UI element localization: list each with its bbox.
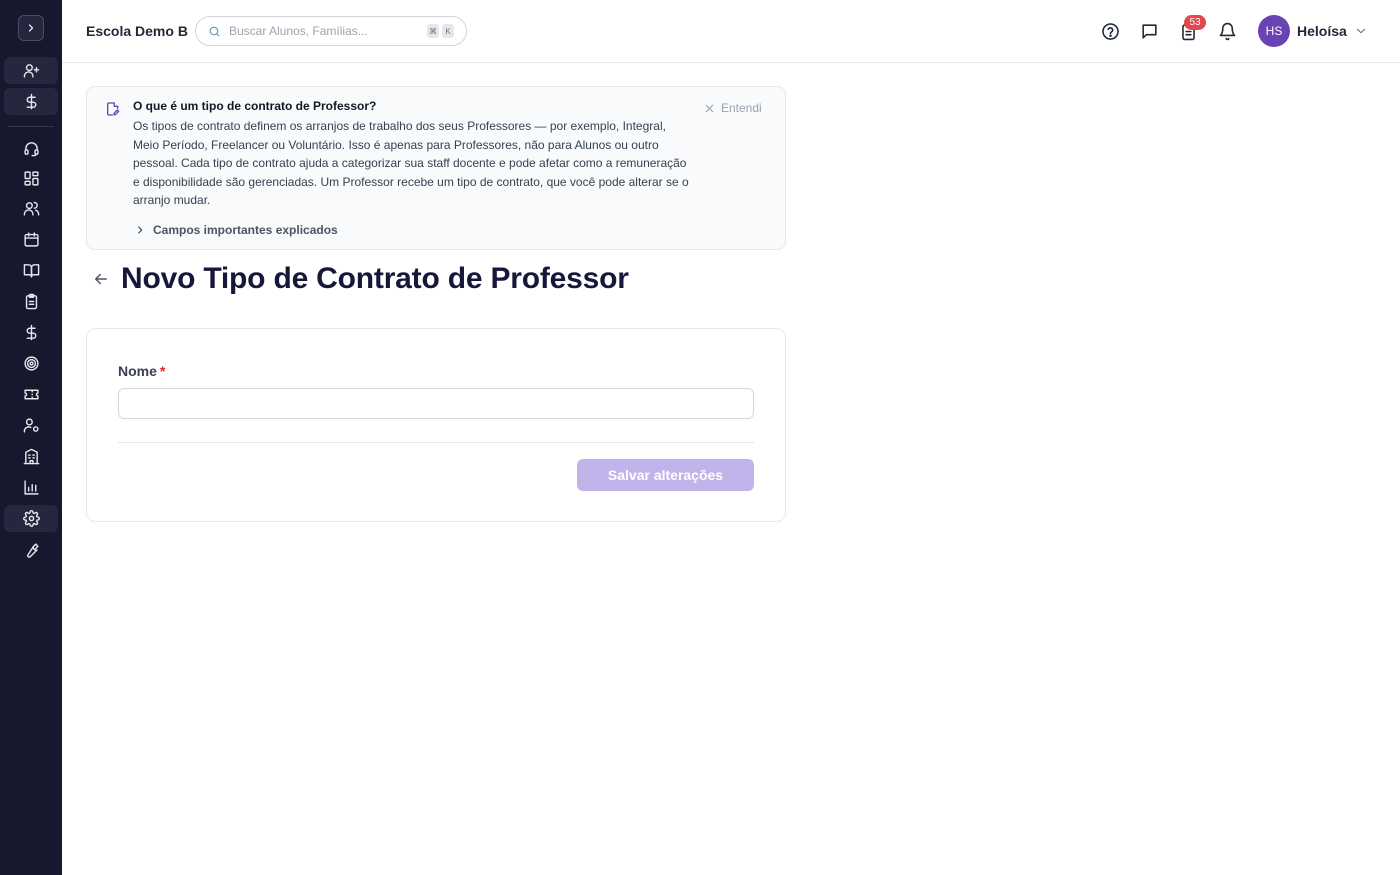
sidebar-item-goals[interactable] [4,350,58,377]
shortcut-key-k: K [442,24,454,38]
sidebar-item-assignments[interactable] [4,288,58,315]
info-banner-body: Os tipos de contrato definem os arranjos… [133,119,689,208]
sidebar-item-reports[interactable] [4,474,58,501]
gear-icon [22,510,40,527]
dismiss-banner-label: Entendi [721,101,762,115]
name-label-text: Nome [118,363,157,379]
book-icon [23,264,39,278]
dismiss-banner-button[interactable]: Entendi [704,101,762,115]
shortcut-key-cmd: ⌘ [427,24,439,38]
info-banner-title: O que é um tipo de contrato de Professor… [133,99,377,113]
global-search[interactable]: ⌘ K [195,16,467,46]
form-divider [118,442,754,443]
clipboard-icon [25,293,37,310]
important-fields-label: Campos importantes explicados [153,223,338,237]
tasks-count-badge: 53 [1184,15,1206,30]
chevron-right-icon [138,226,143,234]
file-edit-icon [107,102,120,116]
search-icon [209,26,220,36]
sidebar-item-tools[interactable] [4,537,58,564]
user-plus-icon [23,64,39,78]
contract-type-form: Nome * Salvar alterações [86,328,786,522]
calendar-icon [23,232,39,247]
help-icon [1101,22,1119,40]
school-name[interactable]: Escola Demo B [86,23,188,39]
save-changes-button[interactable]: Salvar alterações [577,459,754,491]
bell-icon [1219,22,1235,40]
headset-icon [23,142,39,157]
sidebar [0,0,62,875]
help-button[interactable] [1100,21,1120,41]
ticket-icon [23,389,39,400]
sidebar-item-people[interactable] [4,195,58,222]
info-banner: O que é um tipo de contrato de Professor… [86,86,786,250]
target-icon [23,356,39,371]
user-cog-icon [23,418,39,433]
dashboard-icon [23,171,39,186]
sidebar-item-add-user[interactable] [4,57,58,84]
sidebar-item-settings[interactable] [4,505,58,532]
notifications-button[interactable] [1217,21,1237,41]
top-bar: Escola Demo B ⌘ K 53 HS Heloísa [62,0,1400,63]
building-icon [23,448,39,465]
close-icon [705,104,714,112]
chat-icon [1141,23,1157,39]
wrench-icon [26,543,39,558]
sidebar-expand-button[interactable] [18,15,44,41]
sidebar-item-tickets[interactable] [4,381,58,408]
sidebar-item-support[interactable] [4,135,58,162]
page-title: Novo Tipo de Contrato de Professor [121,262,629,295]
required-marker: * [159,363,166,379]
sidebar-item-courses[interactable] [4,257,58,284]
dollar-icon [26,93,36,110]
name-input[interactable] [118,388,754,419]
sidebar-item-finance[interactable] [4,319,58,346]
chevron-down-icon[interactable] [1354,24,1368,38]
back-arrow-icon[interactable] [92,270,110,288]
bar-chart-icon [23,480,39,495]
sidebar-divider [8,126,54,127]
dollar-icon [26,324,36,341]
user-avatar[interactable]: HS [1258,15,1290,47]
sidebar-item-payments-quick[interactable] [4,88,58,115]
important-fields-expander[interactable]: Campos importantes explicados [135,223,338,237]
name-field-label: Nome * [118,363,165,379]
sidebar-item-staff-settings[interactable] [4,412,58,439]
sidebar-item-buildings[interactable] [4,443,58,470]
messages-button[interactable] [1139,21,1159,41]
sidebar-item-calendar[interactable] [4,226,58,253]
users-icon [23,201,39,216]
sidebar-item-dashboard[interactable] [4,165,58,192]
user-name[interactable]: Heloísa [1297,23,1347,39]
search-input[interactable] [229,24,419,38]
chevron-right-icon [28,24,34,32]
